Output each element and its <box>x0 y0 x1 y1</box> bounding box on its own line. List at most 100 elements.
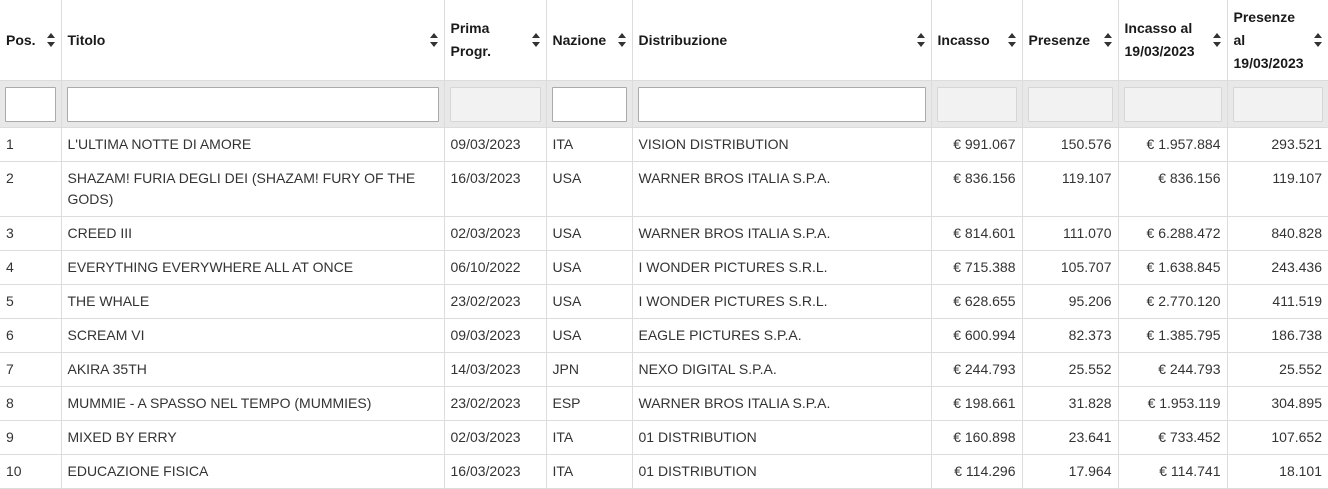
cell-presenze-al: 304.895 <box>1227 386 1328 421</box>
column-header-nazione[interactable]: Nazione <box>546 0 633 81</box>
cell-pos: 9 <box>0 420 62 455</box>
column-header-distribuzione[interactable]: Distribuzione <box>632 0 932 81</box>
cell-incasso-al: € 1.385.795 <box>1118 318 1228 353</box>
sort-icon <box>531 33 541 47</box>
cell-titolo: MUMMIE - A SPASSO NEL TEMPO (MUMMIES) <box>61 386 445 421</box>
cell-prima: 23/02/2023 <box>444 284 547 319</box>
cell-incasso: € 114.296 <box>931 454 1023 489</box>
cell-presenze-al: 186.738 <box>1227 318 1328 353</box>
column-header-label: Presenze al 19/03/2023 <box>1233 8 1304 71</box>
cell-nazione: USA <box>546 161 633 217</box>
table-row: 1 L'ULTIMA NOTTE DI AMORE 09/03/2023 ITA VIS… <box>0 127 1328 162</box>
filter-input-titolo[interactable] <box>66 86 439 122</box>
cell-prima: 09/03/2023 <box>444 127 547 162</box>
cell-pos: 10 <box>0 454 62 489</box>
cell-prima: 09/03/2023 <box>444 318 547 353</box>
column-header-titolo[interactable]: Titolo <box>61 0 445 81</box>
cell-presenze-al: 25.552 <box>1227 352 1328 387</box>
cell-presenze: 82.373 <box>1022 318 1119 353</box>
cell-pos: 1 <box>0 127 62 162</box>
cell-pos: 4 <box>0 250 62 285</box>
cell-nazione: USA <box>546 318 633 353</box>
cell-nazione: ITA <box>546 454 633 489</box>
cell-presenze: 105.707 <box>1022 250 1119 285</box>
sort-icon <box>916 33 926 47</box>
column-header-label: Presenze <box>1028 31 1090 48</box>
cell-titolo: THE WHALE <box>61 284 445 319</box>
filter-input-incasso-al <box>1123 86 1222 122</box>
cell-presenze-al: 119.107 <box>1227 161 1328 217</box>
cell-distribuzione: VISION DISTRIBUTION <box>632 127 932 162</box>
cell-pos: 2 <box>0 161 62 217</box>
cell-incasso: € 991.067 <box>931 127 1023 162</box>
filter-input-distribuzione[interactable] <box>637 86 926 122</box>
cell-nazione: ITA <box>546 127 633 162</box>
cell-prima: 16/03/2023 <box>444 454 547 489</box>
filter-input-prima-progr <box>449 86 541 122</box>
cell-prima: 06/10/2022 <box>444 250 547 285</box>
sort-icon <box>429 33 439 47</box>
filter-input-incasso <box>936 86 1017 122</box>
column-header-prima-progr[interactable]: Prima Progr. <box>444 0 547 81</box>
column-header-label: Titolo <box>67 31 106 48</box>
cell-distribuzione: NEXO DIGITAL S.P.A. <box>632 352 932 387</box>
cell-incasso: € 160.898 <box>931 420 1023 455</box>
cell-incasso: € 715.388 <box>931 250 1023 285</box>
cell-prima: 16/03/2023 <box>444 161 547 217</box>
sort-icon <box>617 33 627 47</box>
column-header-pos[interactable]: Pos. <box>0 0 62 81</box>
cell-presenze: 17.964 <box>1022 454 1119 489</box>
column-header-label: Incasso <box>937 31 990 48</box>
cell-incasso-al: € 2.770.120 <box>1118 284 1228 319</box>
cell-presenze: 31.828 <box>1022 386 1119 421</box>
cell-nazione: USA <box>546 284 633 319</box>
cell-incasso: € 198.661 <box>931 386 1023 421</box>
sort-icon <box>1314 33 1323 47</box>
cell-distribuzione: WARNER BROS ITALIA S.P.A. <box>632 161 932 217</box>
cell-distribuzione: 01 DISTRIBUTION <box>632 420 932 455</box>
filter-row <box>0 80 1328 128</box>
table-row: 5 THE WHALE 23/02/2023 USA I WONDER PICTURES… <box>0 284 1328 319</box>
table-row: 6 SCREAM VI 09/03/2023 USA EAGLE PICTURES S.… <box>0 318 1328 353</box>
cell-titolo: AKIRA 35TH <box>61 352 445 387</box>
filter-input-nazione[interactable] <box>551 86 627 122</box>
cell-incasso: € 600.994 <box>931 318 1023 353</box>
filter-input-pos[interactable] <box>5 86 56 122</box>
table-row: 9 MIXED BY ERRY 02/03/2023 ITA 01 DISTRIBUTI… <box>0 420 1328 455</box>
cell-distribuzione: 01 DISTRIBUTION <box>632 454 932 489</box>
column-header-presenze-al[interactable]: Presenze al 19/03/2023 <box>1227 0 1328 81</box>
cell-prima: 14/03/2023 <box>444 352 547 387</box>
cell-presenze-al: 293.521 <box>1227 127 1328 162</box>
cell-incasso-al: € 1.953.119 <box>1118 386 1228 421</box>
cell-incasso-al: € 1.638.845 <box>1118 250 1228 285</box>
sort-icon <box>1103 33 1113 47</box>
cell-incasso-al: € 244.793 <box>1118 352 1228 387</box>
table-row: 7 AKIRA 35TH 14/03/2023 JPN NEXO DIGITAL S.P… <box>0 352 1328 387</box>
cell-nazione: USA <box>546 216 633 251</box>
cell-titolo: MIXED BY ERRY <box>61 420 445 455</box>
cell-nazione: USA <box>546 250 633 285</box>
cell-pos: 6 <box>0 318 62 353</box>
header-row: Pos. Titolo Prima Progr. Nazione Distribu… <box>0 0 1328 81</box>
column-header-label: Distribuzione <box>638 31 728 48</box>
cell-incasso-al: € 836.156 <box>1118 161 1228 217</box>
cell-presenze: 150.576 <box>1022 127 1119 162</box>
column-header-presenze[interactable]: Presenze <box>1022 0 1119 81</box>
box-office-table: Pos. Titolo Prima Progr. Nazione Distribu… <box>0 0 1328 489</box>
cell-prima: 02/03/2023 <box>444 216 547 251</box>
table-row: 2 SHAZAM! FURIA DEGLI DEI (SHAZAM! FURY O… <box>0 161 1328 217</box>
cell-pos: 7 <box>0 352 62 387</box>
cell-presenze-al: 18.101 <box>1227 454 1328 489</box>
cell-incasso: € 244.793 <box>931 352 1023 387</box>
column-header-incasso-al[interactable]: Incasso al 19/03/2023 <box>1118 0 1228 81</box>
cell-titolo: CREED III <box>61 216 445 251</box>
table-row: 10 EDUCAZIONE FISICA 16/03/2023 ITA 01 DISTR… <box>0 454 1328 489</box>
table-row: 8 MUMMIE - A SPASSO NEL TEMPO (MUMMIES) 23… <box>0 386 1328 421</box>
column-header-incasso[interactable]: Incasso <box>931 0 1023 81</box>
cell-distribuzione: WARNER BROS ITALIA S.P.A. <box>632 216 932 251</box>
table-row: 4 EVERYTHING EVERYWHERE ALL AT ONCE 06/10/… <box>0 250 1328 285</box>
cell-incasso-al: € 733.452 <box>1118 420 1228 455</box>
cell-pos: 3 <box>0 216 62 251</box>
cell-presenze: 25.552 <box>1022 352 1119 387</box>
cell-incasso: € 836.156 <box>931 161 1023 217</box>
